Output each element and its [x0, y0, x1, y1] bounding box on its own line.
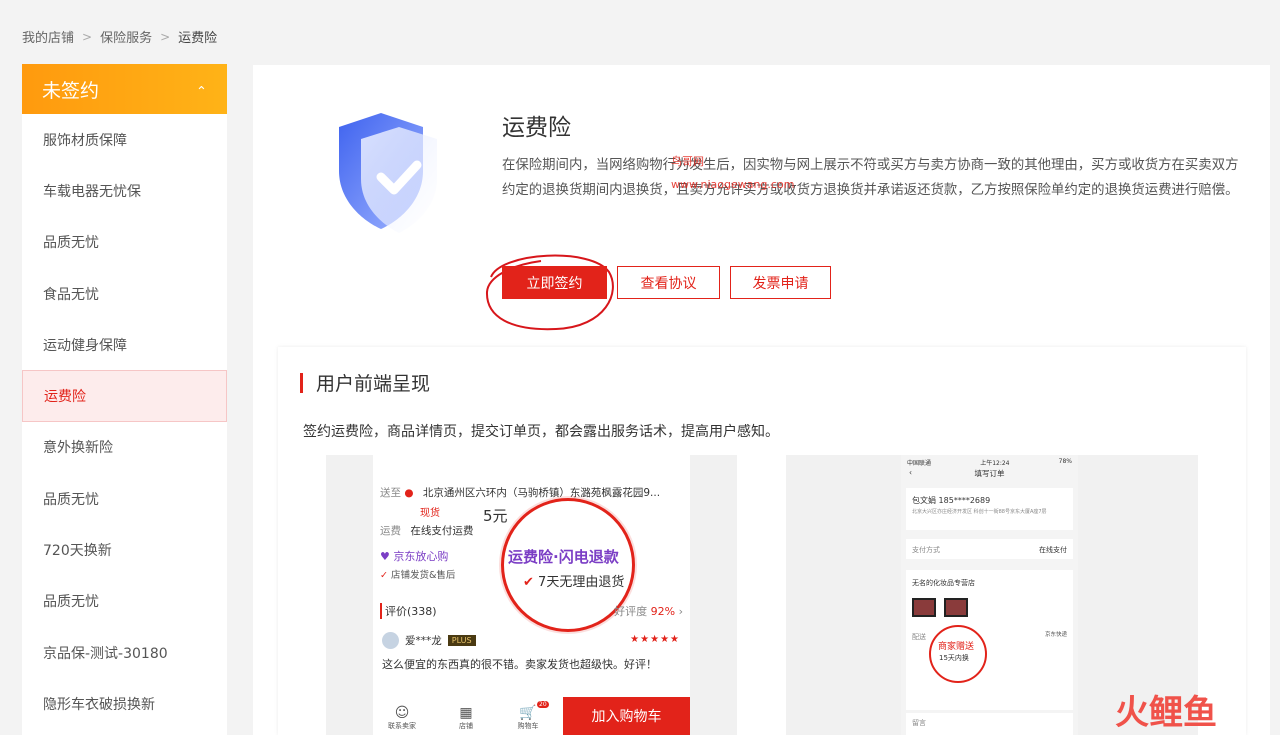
- invoice-request-button[interactable]: 发票申请: [730, 266, 831, 299]
- review-text: 这么便宜的东西真的很不错。卖家发货也超级快。好评！: [382, 658, 657, 671]
- sidebar: 未签约 ⌄ 服饰材质保障 车载电器无忧保 品质无忧 食品无忧 运动健身保障 运费…: [22, 64, 227, 735]
- receiver-address: 北京大兴区亦庄经济开发区 科创十一街88号京东大厦A座7层: [912, 509, 1047, 515]
- product-title: 运费险: [502, 115, 571, 141]
- shield-check-icon: [339, 113, 437, 233]
- breadcrumb-insurance-service[interactable]: 保险服务: [100, 27, 152, 46]
- sidebar-item-food[interactable]: 食品无忧: [22, 268, 227, 319]
- ship-address: 北京通州区六环内（马驹桥镇）东潞苑枫露花园9...: [422, 487, 661, 499]
- section-title: 用户前端呈现: [300, 369, 430, 396]
- star-rating-icon: ★★★★★: [630, 634, 680, 645]
- check-icon: ✓: [380, 570, 388, 581]
- gift-sub: 15天内换: [939, 654, 969, 662]
- breadcrumb-current: 运费险: [178, 31, 218, 46]
- chevron-up-icon[interactable]: ⌄: [196, 82, 207, 97]
- sidebar-item-jingpinbao[interactable]: 京品保-测试-30180: [22, 627, 227, 678]
- review-header: 评价(338) 好评度 92% ›: [380, 603, 683, 619]
- frontend-presentation-section: 用户前端呈现 签约运费险，商品详情页，提交订单页，都会露出服务话术，提高用户感知…: [278, 347, 1246, 735]
- order-screen: 中国联通 上午12:24 78% ‹ 填写订单 包文娟 185****2689 …: [901, 455, 1078, 735]
- memo-card: 留言: [906, 713, 1073, 735]
- sidebar-item-sports[interactable]: 运动健身保障: [22, 319, 227, 370]
- product-thumbnail: [944, 598, 968, 617]
- address-card: 包文娟 185****2689 北京大兴区亦庄经济开发区 科创十一街88号京东大…: [906, 488, 1073, 530]
- delivery-value: 京东快递: [1044, 632, 1067, 638]
- add-to-cart-button: 加入购物车: [563, 697, 690, 735]
- receiver-info: 包文娟 185****2689: [912, 496, 991, 505]
- watermark-line1: 鸟哥网: [671, 155, 704, 168]
- sidebar-item-quality-3[interactable]: 品质无忧: [22, 576, 227, 627]
- freight-label: 运费: [380, 525, 401, 537]
- brand-logo-icon: 火鲤鱼: [1115, 693, 1217, 732]
- heart-icon: ♥: [380, 550, 390, 563]
- product-thumbnail: [912, 598, 936, 617]
- status-bar: 中国联通 上午12:24 78%: [907, 458, 1072, 467]
- plus-badge: PLUS: [447, 635, 476, 646]
- ship-to-label: 送至: [380, 487, 401, 499]
- shop-name: 无名的化妆品专营店: [912, 579, 975, 587]
- memo-label: 留言: [912, 719, 926, 727]
- section-title-text: 用户前端呈现: [316, 373, 431, 395]
- breadcrumb-my-store[interactable]: 我的店铺: [22, 27, 74, 46]
- order-nav: ‹ 填写订单: [901, 468, 1078, 479]
- title-accent-bar: [300, 372, 303, 393]
- payment-card: 支付方式 在线支付: [906, 539, 1073, 559]
- ship-to-row: 送至 ● 北京通州区六环内（马驹桥镇）东潞苑枫露花园9...: [380, 485, 660, 500]
- sidebar-item-accident-replace[interactable]: 意外换新险: [22, 422, 227, 473]
- reviewer-name: 爱***龙: [405, 635, 442, 647]
- main-panel: 运费险 在保险期间内，当网络购物行为发生后，因实物与网上展示不符或买方与卖方协商…: [253, 65, 1270, 735]
- store-icon: ▦ 店铺: [459, 705, 473, 730]
- payment-value: 在线支付: [1039, 546, 1067, 554]
- delivery-label: 配送: [912, 633, 926, 641]
- avatar: [382, 632, 399, 649]
- review-count: 评价(338): [380, 603, 437, 619]
- breadcrumb-separator-icon: >: [82, 29, 93, 44]
- rating: 好评度 92% ›: [614, 605, 683, 618]
- sidebar-header-label: 未签约: [42, 79, 100, 102]
- gift-badge: 商家赠送: [938, 642, 975, 652]
- watermark-line2: www.niaogewang.com: [671, 178, 795, 191]
- shop-card: 无名的化妆品专营店 配送 京东快递: [906, 570, 1073, 710]
- payment-label: 支付方式: [912, 546, 940, 554]
- sidebar-item-720-replace[interactable]: 720天换新: [22, 524, 227, 575]
- shop-service-row: ✓ 店铺发货&售后: [380, 570, 456, 581]
- section-description: 签约运费险，商品详情页，提交订单页，都会露出服务话术，提高用户感知。: [303, 424, 779, 440]
- sidebar-item-apparel[interactable]: 服饰材质保障: [22, 114, 227, 165]
- sidebar-item-quality-2[interactable]: 品质无忧: [22, 473, 227, 524]
- return-policy: ✔ 7天无理由退货: [523, 575, 625, 590]
- order-nav-title: 填写订单: [974, 469, 1005, 478]
- contact-seller-icon: ☺ 联系卖家: [388, 705, 416, 730]
- sidebar-item-car-film[interactable]: 隐形车衣破损换新: [22, 678, 227, 729]
- sidebar-header-unsigned[interactable]: 未签约 ⌄: [22, 64, 227, 114]
- sidebar-item-freight-insurance[interactable]: 运费险: [22, 370, 227, 422]
- brand-logo-text: 火鲤鱼: [1115, 693, 1217, 732]
- cart-icon: 🛒 购物车: [517, 705, 539, 730]
- breadcrumb-separator-icon: >: [160, 29, 171, 44]
- freight-row: 运费 在线支付运费: [380, 523, 473, 538]
- reviewer-row: 爱***龙 PLUS: [382, 632, 476, 649]
- chevron-right-icon: ›: [678, 605, 683, 618]
- sidebar-item-quality[interactable]: 品质无忧: [22, 217, 227, 268]
- insurance-badge: 运费险·闪电退款: [508, 548, 619, 566]
- product-description: 在保险期间内，当网络购物行为发生后，因实物与网上展示不符或买方与卖方协商一致的其…: [502, 158, 1239, 198]
- sidebar-item-car-electronics[interactable]: 车载电器无忧保: [22, 165, 227, 216]
- product-detail-screen: 送至 ● 北京通州区六环内（马驹桥镇）东潞苑枫露花园9... 现货 5元 运费 …: [373, 455, 690, 735]
- breadcrumb: 我的店铺 > 保险服务 > 运费险: [22, 27, 218, 47]
- location-pin-icon: ●: [404, 487, 414, 499]
- back-arrow-icon: ‹: [909, 468, 912, 477]
- sign-now-button[interactable]: 立即签约: [502, 266, 607, 299]
- freight-price: 5元: [483, 507, 508, 525]
- jd-assurance-tag: ♥ 京东放心购: [380, 550, 449, 563]
- freight-value: 在线支付运费: [410, 525, 474, 537]
- cart-count-badge: 20: [537, 701, 549, 708]
- product-detail-preview: 送至 ● 北京通州区六环内（马驹桥镇）东潞苑枫露花园9... 现货 5元 运费 …: [326, 455, 737, 735]
- stock-status: 现货: [420, 508, 440, 519]
- check-circle-icon: ✔: [523, 575, 534, 590]
- view-agreement-button[interactable]: 查看协议: [617, 266, 720, 299]
